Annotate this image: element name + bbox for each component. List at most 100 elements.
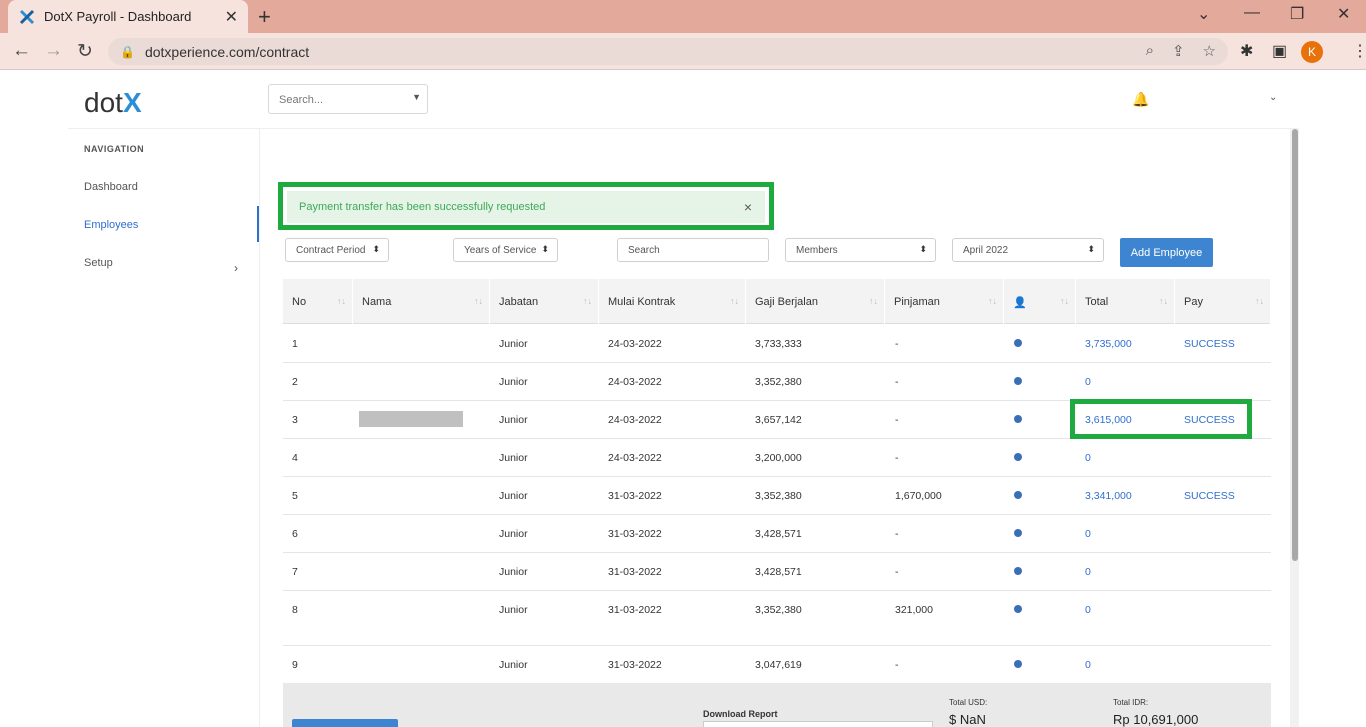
years-of-service-label: Years of Service xyxy=(464,245,537,256)
table-row: 9 Junior 31-03-2022 3,047,619 - 0 xyxy=(283,646,1271,684)
new-tab-icon[interactable]: + xyxy=(258,4,271,30)
restore-icon[interactable]: ❐ xyxy=(1290,4,1304,24)
cell-total[interactable]: 3,341,000 xyxy=(1085,490,1132,502)
info-icon[interactable] xyxy=(1014,660,1022,668)
add-employee-button[interactable]: Add Employee xyxy=(1120,238,1213,267)
table-row: 7 Junior 31-03-2022 3,428,571 - 0 xyxy=(283,553,1271,591)
th-pay[interactable]: Pay ↑↓ xyxy=(1175,279,1271,324)
profile-avatar[interactable]: K xyxy=(1301,41,1323,63)
cell-pinjaman: - xyxy=(895,452,899,464)
top-search-select[interactable]: Search... ▼ xyxy=(268,84,428,114)
th-gaji-berjalan[interactable]: Gaji Berjalan ↑↓ xyxy=(746,279,885,324)
cell-no: 4 xyxy=(292,452,298,464)
bell-icon[interactable]: 🔔 xyxy=(1132,91,1149,108)
cell-total[interactable]: 0 xyxy=(1085,604,1091,616)
th-pinjaman-label: Pinjaman xyxy=(894,296,940,308)
success-alert: Payment transfer has been successfully r… xyxy=(287,191,765,223)
th-jabatan[interactable]: Jabatan ↑↓ xyxy=(490,279,599,324)
th-pay-label: Pay xyxy=(1184,296,1203,308)
cell-no: 6 xyxy=(292,528,298,540)
cell-total[interactable]: 0 xyxy=(1085,452,1091,464)
th-total[interactable]: Total ↑↓ xyxy=(1076,279,1175,324)
nav-title: NAVIGATION xyxy=(84,144,145,154)
user-menu-chevron-icon[interactable]: ⌄ xyxy=(1269,92,1277,103)
cell-total[interactable]: 0 xyxy=(1085,659,1091,671)
dotx-logo[interactable]: dotX xyxy=(84,87,142,119)
th-mulai-label: Mulai Kontrak xyxy=(608,296,676,308)
window-close-icon[interactable]: ✕ xyxy=(1337,4,1350,24)
tab-close-icon[interactable]: ✕ xyxy=(225,7,238,27)
cell-mulai: 31-03-2022 xyxy=(608,566,662,578)
cell-pay[interactable]: SUCCESS xyxy=(1184,490,1235,502)
info-icon[interactable] xyxy=(1014,605,1022,613)
active-indicator xyxy=(257,206,259,242)
info-icon[interactable] xyxy=(1014,415,1022,423)
info-icon[interactable] xyxy=(1014,339,1022,347)
sort-arrows-icon: ↑↓ xyxy=(730,296,739,306)
cell-pinjaman: - xyxy=(895,528,899,540)
sort-arrows-icon: ↑↓ xyxy=(583,296,592,306)
download-report-label: Download Report xyxy=(703,709,778,719)
download-report-select[interactable] xyxy=(703,721,933,727)
address-bar[interactable]: 🔒 dotxperience.com/contract ⌕ ⇪ ☆ xyxy=(108,38,1228,65)
cell-no: 1 xyxy=(292,338,298,350)
contract-period-select[interactable]: Contract Period ⬍ xyxy=(285,238,389,262)
back-icon[interactable]: ← xyxy=(12,40,31,62)
info-icon[interactable] xyxy=(1014,453,1022,461)
cell-jabatan: Junior xyxy=(499,376,528,388)
tab-search-icon[interactable]: ⌄ xyxy=(1197,4,1210,24)
url-text: dotxperience.com/contract xyxy=(144,43,310,60)
share-icon[interactable]: ⇪ xyxy=(1172,42,1185,60)
total-idr-value: Rp 10,691,000 xyxy=(1113,712,1199,727)
footer-action-button[interactable] xyxy=(292,719,398,727)
browser-menu-icon[interactable]: ⋮ xyxy=(1352,41,1366,61)
scrollbar-thumb[interactable] xyxy=(1292,129,1298,561)
cell-total[interactable]: 0 xyxy=(1085,528,1091,540)
sort-arrows-icon: ↑↓ xyxy=(1255,296,1264,306)
sidebar-item-dashboard[interactable]: Dashboard xyxy=(84,181,138,193)
chevron-down-icon: ▼ xyxy=(412,92,421,102)
info-icon[interactable] xyxy=(1014,491,1022,499)
th-gaji-label: Gaji Berjalan xyxy=(755,296,818,308)
bookmark-star-icon[interactable]: ☆ xyxy=(1203,42,1216,60)
alert-close-icon[interactable]: × xyxy=(744,199,752,215)
sort-icon: ⬍ xyxy=(541,244,549,254)
info-icon[interactable] xyxy=(1014,567,1022,575)
members-label: Members xyxy=(796,245,838,256)
cell-total[interactable]: 3,735,000 xyxy=(1085,338,1132,350)
filter-search-input[interactable]: Search xyxy=(617,238,769,262)
th-mulai-kontrak[interactable]: Mulai Kontrak ↑↓ xyxy=(599,279,746,324)
th-no[interactable]: No ↑↓ xyxy=(283,279,353,324)
cell-jabatan: Junior xyxy=(499,452,528,464)
info-icon[interactable] xyxy=(1014,377,1022,385)
tab-title: DotX Payroll - Dashboard xyxy=(44,9,192,24)
info-icon[interactable] xyxy=(1014,529,1022,537)
members-select[interactable]: Members ⬍ xyxy=(785,238,936,262)
cell-no: 3 xyxy=(292,414,298,426)
sort-icon: ⬍ xyxy=(1087,244,1095,254)
cell-gaji: 3,428,571 xyxy=(755,566,802,578)
cell-gaji: 3,352,380 xyxy=(755,490,802,502)
cell-jabatan: Junior xyxy=(499,490,528,502)
sidebar-item-setup[interactable]: Setup xyxy=(84,257,113,269)
cell-total[interactable]: 0 xyxy=(1085,376,1091,388)
th-pinjaman[interactable]: Pinjaman ↑↓ xyxy=(885,279,1004,324)
th-approval[interactable]: 👤 ↑↓ xyxy=(1004,279,1076,324)
month-select[interactable]: April 2022 ⬍ xyxy=(952,238,1104,262)
cell-no: 2 xyxy=(292,376,298,388)
forward-icon[interactable]: → xyxy=(44,40,63,62)
cell-total[interactable]: 0 xyxy=(1085,566,1091,578)
browser-tab[interactable]: DotX Payroll - Dashboard ✕ xyxy=(8,0,248,33)
reload-icon[interactable]: ↻ xyxy=(77,40,93,63)
minimize-icon[interactable]: — xyxy=(1244,4,1260,22)
zoom-icon[interactable]: ⌕ xyxy=(1146,42,1154,60)
years-of-service-select[interactable]: Years of Service ⬍ xyxy=(453,238,558,262)
cell-pay[interactable]: SUCCESS xyxy=(1184,338,1235,350)
side-panel-icon[interactable]: ▣ xyxy=(1272,41,1287,61)
chevron-right-icon[interactable]: › xyxy=(234,261,238,275)
th-nama[interactable]: Nama ↑↓ xyxy=(353,279,490,324)
sidebar: NAVIGATION Dashboard Employees Setup › xyxy=(68,129,260,727)
filter-search-placeholder: Search xyxy=(628,245,660,256)
extensions-icon[interactable]: ✱ xyxy=(1240,41,1253,61)
sidebar-item-employees[interactable]: Employees xyxy=(84,219,138,231)
